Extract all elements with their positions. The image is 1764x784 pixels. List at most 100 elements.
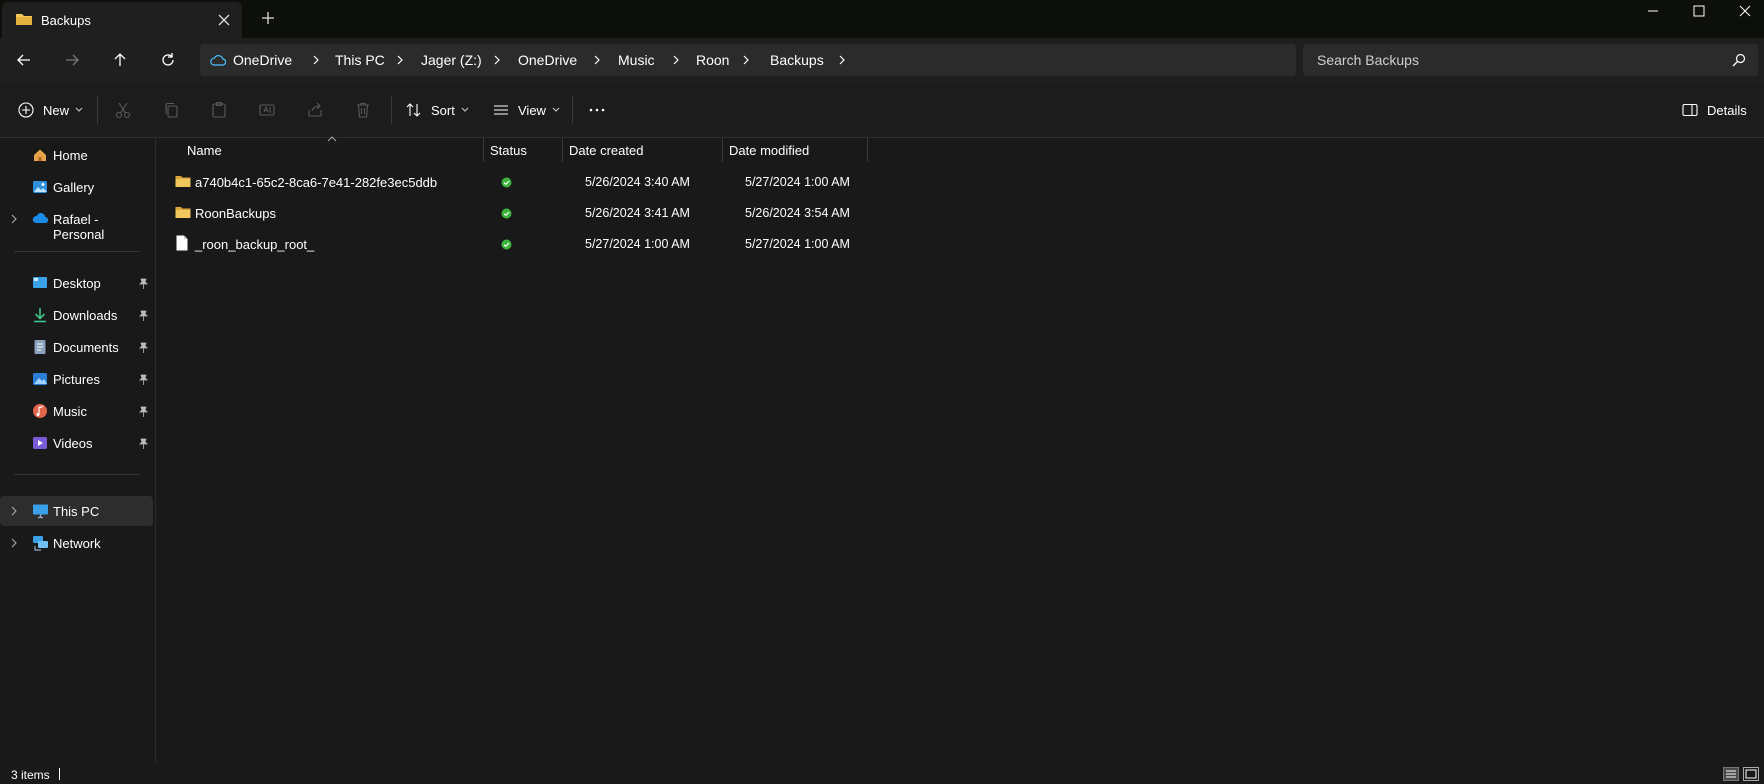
sidebar-label: Videos xyxy=(53,436,93,451)
file-icon xyxy=(176,235,188,251)
divider xyxy=(14,251,140,252)
cloud-icon xyxy=(32,211,49,225)
sidebar-label: Downloads xyxy=(53,308,118,323)
breadcrumb-roon[interactable]: Roon xyxy=(696,44,729,76)
date-modified: 5/26/2024 3:54 AM xyxy=(745,206,850,220)
breadcrumb-jager-drive[interactable]: Jager (Z:) xyxy=(421,44,482,76)
sidebar-item-downloads[interactable]: Downloads xyxy=(0,300,153,330)
synced-check-icon xyxy=(501,177,512,188)
arrow-right-icon[interactable] xyxy=(56,46,88,74)
network-icon xyxy=(32,535,49,551)
details-pane-button[interactable]: Details xyxy=(1681,96,1747,124)
copy-icon[interactable] xyxy=(162,96,180,124)
home-icon xyxy=(32,147,48,163)
sidebar-label: Desktop xyxy=(53,276,101,291)
sidebar-item-pictures[interactable]: Pictures xyxy=(0,364,153,394)
breadcrumb-onedrive[interactable]: OneDrive xyxy=(233,44,292,76)
column-header-date-modified[interactable]: Date modified xyxy=(723,138,867,162)
chevron-right-icon[interactable] xyxy=(310,53,322,67)
search-input[interactable]: Search Backups xyxy=(1303,44,1758,76)
chevron-right-icon[interactable] xyxy=(591,53,603,67)
column-header-status[interactable]: Status xyxy=(484,138,563,162)
sidebar-item-network[interactable]: Network xyxy=(0,528,153,558)
pin-icon[interactable] xyxy=(139,278,148,289)
column-name-label: Name xyxy=(187,143,222,158)
maximize-icon[interactable] xyxy=(1676,0,1722,22)
pin-icon[interactable] xyxy=(139,438,148,449)
sidebar-item-this-pc[interactable]: This PC xyxy=(0,496,153,526)
file-row[interactable]: a740b4c1-65c2-8ca6-7e41-282fe3ec5ddb 5/2… xyxy=(173,167,1021,197)
music-icon xyxy=(32,403,48,419)
arrow-up-icon[interactable] xyxy=(104,46,136,74)
breadcrumb-music[interactable]: Music xyxy=(618,44,655,76)
navigation-pane: Home Gallery Rafael - Personal Desktop D… xyxy=(0,138,156,764)
minimize-icon[interactable] xyxy=(1630,0,1676,22)
pin-icon[interactable] xyxy=(139,406,148,417)
chevron-right-icon[interactable] xyxy=(10,506,18,516)
column-divider[interactable] xyxy=(867,138,868,162)
details-pane-icon xyxy=(1682,103,1698,117)
rename-icon[interactable] xyxy=(258,96,276,124)
sidebar-item-videos[interactable]: Videos xyxy=(0,428,153,458)
sidebar-label: Pictures xyxy=(53,372,100,387)
tab-backups[interactable]: Backups xyxy=(2,2,242,38)
chevron-right-icon[interactable] xyxy=(10,214,18,224)
chevron-right-icon[interactable] xyxy=(394,53,406,67)
new-button[interactable]: New xyxy=(17,96,83,124)
pin-icon[interactable] xyxy=(139,342,148,353)
delete-icon[interactable] xyxy=(354,96,372,124)
column-header-name[interactable]: Name xyxy=(157,136,483,162)
breadcrumb-this-pc[interactable]: This PC xyxy=(335,44,385,76)
sidebar-item-gallery[interactable]: Gallery xyxy=(0,172,153,202)
window-close-icon[interactable] xyxy=(1722,0,1764,22)
pin-icon[interactable] xyxy=(139,310,148,321)
chevron-right-icon[interactable] xyxy=(740,53,752,67)
divider xyxy=(572,96,573,124)
tiles-view-icon[interactable] xyxy=(1743,767,1759,781)
desktop-icon xyxy=(32,275,48,291)
date-modified: 5/27/2024 1:00 AM xyxy=(745,175,850,189)
close-icon[interactable] xyxy=(216,12,232,28)
folder-icon xyxy=(15,11,33,27)
column-header-date-created[interactable]: Date created xyxy=(563,138,722,162)
sidebar-item-documents[interactable]: Documents xyxy=(0,332,153,362)
column-created-label: Date created xyxy=(569,143,644,158)
view-icon xyxy=(494,105,508,115)
pin-icon[interactable] xyxy=(139,374,148,385)
refresh-icon[interactable] xyxy=(152,46,184,74)
navigation-bar: OneDrive This PC Jager (Z:) OneDrive Mus… xyxy=(0,38,1764,82)
sort-button[interactable]: Sort xyxy=(405,96,469,124)
sidebar-label: Home xyxy=(53,148,88,163)
breadcrumb-backups[interactable]: Backups xyxy=(770,44,824,76)
folder-icon xyxy=(175,205,191,219)
file-name: RoonBackups xyxy=(195,206,276,221)
sidebar-item-music[interactable]: Music xyxy=(0,396,153,426)
sidebar-item-rafael-personal[interactable]: Rafael - Personal xyxy=(0,204,153,242)
sidebar-item-home[interactable]: Home xyxy=(0,140,153,170)
view-button[interactable]: View xyxy=(492,96,560,124)
videos-icon xyxy=(32,435,48,451)
sidebar-item-desktop[interactable]: Desktop xyxy=(0,268,153,298)
paste-icon[interactable] xyxy=(210,96,228,124)
plus-icon[interactable] xyxy=(261,11,275,25)
file-row[interactable]: RoonBackups 5/26/2024 3:41 AM 5/26/2024 … xyxy=(173,198,1021,228)
cut-icon[interactable] xyxy=(114,96,132,124)
text-cursor xyxy=(59,768,60,780)
more-options-icon[interactable] xyxy=(588,96,606,124)
address-bar[interactable]: OneDrive This PC Jager (Z:) OneDrive Mus… xyxy=(200,44,1296,76)
breadcrumb-onedrive-2[interactable]: OneDrive xyxy=(518,44,577,76)
date-created: 5/26/2024 3:40 AM xyxy=(585,175,690,189)
file-row[interactable]: _roon_backup_root_ 5/27/2024 1:00 AM 5/2… xyxy=(173,229,1021,259)
date-created: 5/26/2024 3:41 AM xyxy=(585,206,690,220)
chevron-right-icon[interactable] xyxy=(836,53,848,67)
chevron-right-icon[interactable] xyxy=(10,538,18,548)
arrow-left-icon[interactable] xyxy=(8,46,40,74)
chevron-right-icon[interactable] xyxy=(670,53,682,67)
sidebar-label: Documents xyxy=(53,340,119,355)
search-placeholder: Search Backups xyxy=(1317,52,1419,68)
sidebar-label: Music xyxy=(53,404,87,419)
chevron-right-icon[interactable] xyxy=(491,53,503,67)
details-view-icon[interactable] xyxy=(1723,767,1739,781)
share-icon[interactable] xyxy=(306,96,324,124)
synced-check-icon xyxy=(501,208,512,219)
